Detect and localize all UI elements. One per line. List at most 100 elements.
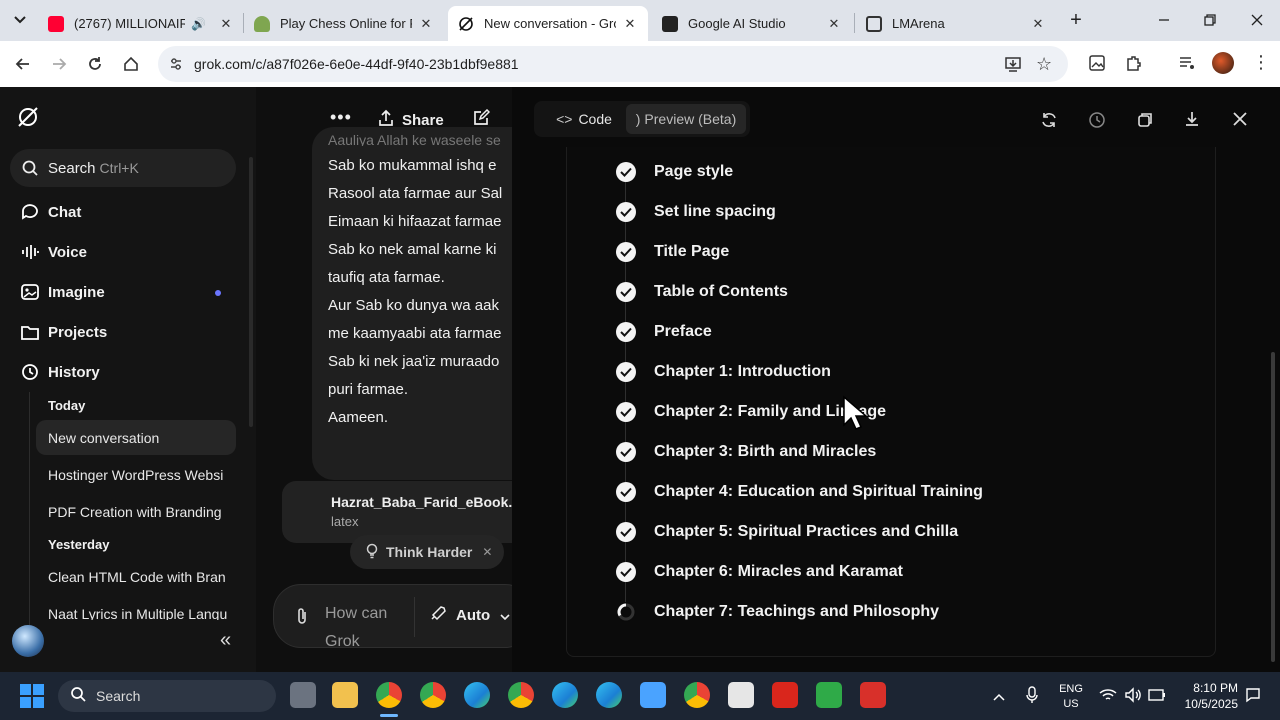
close-icon[interactable]: ✕ bbox=[418, 16, 434, 32]
close-panel-icon[interactable] bbox=[1231, 110, 1249, 133]
message-line: Sab ko nek amal karne ki bbox=[328, 241, 497, 258]
tab-preview[interactable]: ) Preview (Beta) bbox=[626, 104, 746, 134]
microphone-icon[interactable] bbox=[1026, 686, 1038, 709]
minimize-button[interactable] bbox=[1152, 8, 1176, 32]
close-icon[interactable]: ✕ bbox=[1030, 16, 1046, 32]
bookmark-star-icon[interactable]: ☆ bbox=[1036, 54, 1052, 75]
sidebar-item-imagine[interactable]: Imagine bbox=[20, 282, 105, 302]
file-explorer-icon[interactable] bbox=[332, 682, 358, 708]
think-harder-chip[interactable]: Think Harder ✕ bbox=[350, 535, 504, 569]
restore-button[interactable] bbox=[1198, 8, 1222, 32]
panel-scrollbar[interactable] bbox=[1271, 352, 1275, 662]
forward-button[interactable] bbox=[44, 49, 74, 79]
browser-menu-icon[interactable]: ⋮ bbox=[1252, 52, 1270, 73]
lmarena-icon bbox=[866, 15, 882, 32]
home-button[interactable] bbox=[116, 49, 146, 79]
edge-icon-2[interactable] bbox=[552, 682, 578, 708]
attach-icon[interactable] bbox=[294, 607, 310, 630]
user-avatar[interactable] bbox=[12, 625, 44, 657]
audio-icon: 🔊 bbox=[191, 16, 206, 31]
camtasia-icon[interactable] bbox=[816, 682, 842, 708]
history-item[interactable]: PDF Creation with Branding bbox=[48, 504, 232, 520]
message-line: Aameen. bbox=[328, 409, 389, 426]
history-icon[interactable] bbox=[1088, 111, 1106, 134]
windows-start-icon[interactable] bbox=[20, 684, 44, 713]
store-icon[interactable] bbox=[728, 682, 754, 708]
clock-date[interactable]: 10/5/2025 bbox=[1176, 697, 1238, 711]
install-app-icon[interactable] bbox=[1004, 55, 1022, 78]
more-options-icon[interactable]: ••• bbox=[330, 107, 352, 128]
close-icon[interactable]: ✕ bbox=[482, 545, 492, 559]
browser-tab-3[interactable]: New conversation - Grok ✕ bbox=[448, 6, 648, 41]
tab-list-button[interactable] bbox=[8, 9, 32, 31]
chrome-icon-3[interactable] bbox=[684, 682, 710, 708]
chrome-icon-2[interactable] bbox=[508, 682, 534, 708]
clock-time[interactable]: 8:10 PM bbox=[1186, 681, 1238, 695]
mode-selector[interactable]: Auto bbox=[430, 605, 510, 625]
reload-button[interactable] bbox=[80, 49, 110, 79]
extensions-icon[interactable] bbox=[1124, 54, 1142, 77]
language-indicator[interactable]: ENG US bbox=[1058, 682, 1084, 712]
chrome-icon[interactable] bbox=[376, 682, 402, 708]
close-icon[interactable]: ✕ bbox=[826, 16, 842, 32]
refresh-icon[interactable] bbox=[1040, 111, 1058, 134]
sidebar-item-projects[interactable]: Projects bbox=[20, 322, 107, 342]
site-info-icon[interactable] bbox=[168, 56, 184, 77]
browser-tab-2[interactable]: Play Chess Online for FRE ✕ bbox=[244, 6, 444, 41]
message-line: Rasool ata farmae aur Sal bbox=[328, 185, 503, 202]
mouse-cursor bbox=[842, 395, 869, 438]
chat-column: ••• Share Aauliya Allah ke waseele se Sa… bbox=[256, 87, 512, 672]
copy-icon[interactable] bbox=[1136, 111, 1154, 134]
sidebar-item-chat[interactable]: Chat bbox=[20, 202, 81, 222]
history-item[interactable]: Naat Lyrics in Multiple Langu bbox=[48, 606, 232, 620]
chrome-profile-icon[interactable] bbox=[420, 682, 446, 708]
volume-icon[interactable] bbox=[1124, 687, 1142, 708]
download-icon[interactable] bbox=[1183, 110, 1201, 133]
media-controls-icon[interactable] bbox=[1178, 54, 1196, 77]
tab-title: LMArena bbox=[892, 16, 945, 31]
battery-icon[interactable] bbox=[1148, 688, 1166, 707]
close-icon[interactable]: ✕ bbox=[218, 16, 234, 32]
close-window-button[interactable] bbox=[1245, 8, 1269, 32]
browser-tab-bar: (2767) MILLIONAIRE 🔊 ✕ Play Chess Online… bbox=[0, 0, 1280, 41]
sidebar-item-history[interactable]: History bbox=[20, 362, 100, 382]
history-item[interactable]: Hostinger WordPress Websi bbox=[48, 467, 232, 483]
step-item-label: Chapter 7: Teachings and Philosophy bbox=[654, 603, 940, 620]
sidebar-item-label: Projects bbox=[48, 323, 108, 341]
url-text: grok.com/c/a87f026e-6e0e-44df-9f40-23b1d… bbox=[194, 56, 519, 72]
history-item[interactable]: New conversation bbox=[48, 430, 232, 446]
camtasia-red-icon[interactable] bbox=[860, 682, 886, 708]
wifi-icon[interactable] bbox=[1099, 687, 1117, 708]
notepad-icon[interactable] bbox=[640, 682, 666, 708]
search-button[interactable]: Search Ctrl+K bbox=[20, 158, 139, 178]
checkmark-icon bbox=[616, 402, 636, 422]
chat-input-box[interactable]: How can Grok Auto bbox=[273, 584, 512, 648]
new-tab-button[interactable]: + bbox=[1064, 8, 1088, 32]
notification-icon[interactable] bbox=[1245, 687, 1261, 708]
browser-tab-4[interactable]: Google AI Studio ✕ bbox=[652, 6, 852, 41]
sidebar-item-voice[interactable]: Voice bbox=[20, 242, 87, 262]
edge-icon-3[interactable] bbox=[596, 682, 622, 708]
attachment-card[interactable]: Hazrat_Baba_Farid_eBook.te latex bbox=[282, 481, 512, 543]
address-bar[interactable]: grok.com/c/a87f026e-6e0e-44df-9f40-23b1d… bbox=[158, 46, 1068, 82]
step-item-label: Set line spacing bbox=[654, 203, 776, 220]
browser-tab-1[interactable]: (2767) MILLIONAIRE 🔊 ✕ bbox=[38, 6, 244, 41]
sidebar-scrollbar[interactable] bbox=[249, 157, 253, 427]
back-button[interactable] bbox=[8, 49, 38, 79]
tab-code[interactable]: <> Code bbox=[540, 104, 628, 134]
edge-icon[interactable] bbox=[464, 682, 490, 708]
chess-icon bbox=[254, 15, 270, 32]
image-search-icon[interactable] bbox=[1088, 54, 1106, 77]
step-item-label: Chapter 4: Education and Spiritual Train… bbox=[654, 483, 983, 500]
grok-logo-icon[interactable] bbox=[16, 105, 40, 134]
acrobat-icon[interactable] bbox=[772, 682, 798, 708]
sidebar-item-label: Chat bbox=[48, 203, 82, 221]
history-item[interactable]: Clean HTML Code with Bran bbox=[48, 569, 232, 585]
close-icon[interactable]: ✕ bbox=[622, 16, 638, 32]
tray-chevron-icon[interactable] bbox=[993, 688, 1005, 706]
taskbar-search-box[interactable]: Search bbox=[58, 680, 276, 712]
profile-avatar[interactable] bbox=[1212, 52, 1234, 74]
collapse-sidebar-button[interactable]: « bbox=[220, 629, 231, 652]
task-view-icon[interactable] bbox=[290, 682, 316, 708]
browser-tab-5[interactable]: LMArena ✕ bbox=[856, 6, 1056, 41]
